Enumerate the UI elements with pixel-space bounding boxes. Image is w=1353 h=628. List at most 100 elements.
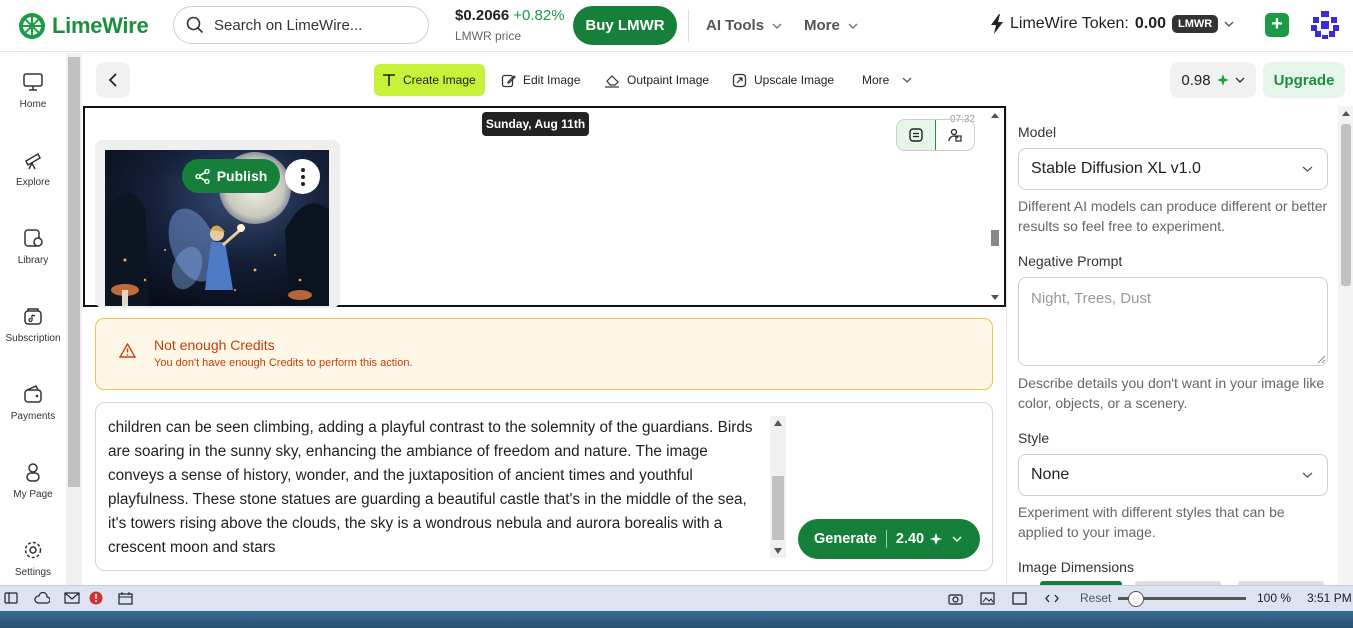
chevron-down-icon <box>848 23 858 29</box>
more-label: More <box>804 17 840 34</box>
lime-logo-icon <box>19 13 45 39</box>
image-dimensions-label: Image Dimensions <box>1018 559 1134 575</box>
sidebar-item-payments[interactable]: Payments <box>0 383 66 422</box>
sidebar-item-label: Subscription <box>5 333 61 344</box>
generate-cost: 2.40 <box>895 531 925 547</box>
generate-label: Generate <box>814 531 877 547</box>
ai-tools-label: AI Tools <box>706 17 765 34</box>
scroll-down-arrow-icon[interactable] <box>773 547 783 555</box>
credits-alert <box>95 318 993 390</box>
sidebar-toggle-icon[interactable] <box>4 592 18 604</box>
view-toggle[interactable] <box>896 119 975 151</box>
more-vertical-icon <box>300 167 305 186</box>
image-view-button[interactable] <box>936 120 975 150</box>
alert-title: Not enough Credits <box>154 337 275 353</box>
telescope-icon <box>25 152 41 170</box>
style-help: Experiment with different styles that ca… <box>1018 504 1285 540</box>
tab-label: Edit Image <box>523 73 581 87</box>
upgrade-button[interactable]: Upgrade <box>1263 62 1345 98</box>
limewire-logo[interactable]: LimeWire <box>18 12 149 40</box>
sidebar-item-explore[interactable]: Explore <box>0 149 66 188</box>
model-help: Different AI models can produce differen… <box>1018 198 1328 234</box>
sidebar-item-library[interactable]: Library <box>0 227 66 266</box>
os-taskbar <box>0 611 1353 628</box>
style-select[interactable]: None <box>1018 454 1328 496</box>
tab-upscale-image[interactable]: Upscale Image <box>724 64 842 96</box>
image-options-button[interactable] <box>285 159 320 194</box>
credits-value: 0.98 <box>1181 71 1211 89</box>
publish-button[interactable]: Publish <box>182 159 280 193</box>
reset-zoom-link[interactable]: Reset <box>1080 591 1111 605</box>
code-icon[interactable] <box>1045 593 1059 604</box>
sidebar-scrollbar-thumb[interactable] <box>68 57 80 487</box>
chevron-down-icon <box>1224 21 1234 27</box>
publish-label: Publish <box>216 168 268 184</box>
tab-outpaint-image[interactable]: Outpaint Image <box>596 64 717 96</box>
zoom-slider-handle[interactable] <box>1127 591 1144 607</box>
sidebar-item-my-page[interactable]: My Page <box>0 461 66 500</box>
left-sidebar: Home Explore Library Subscription Paymen… <box>0 53 66 585</box>
wallet-icon <box>24 385 42 403</box>
scroll-up-arrow-icon[interactable] <box>773 419 783 427</box>
calendar-icon[interactable] <box>118 592 133 605</box>
share-icon <box>195 168 210 184</box>
sidebar-item-subscription[interactable]: Subscription <box>0 305 66 344</box>
ai-tools-menu[interactable]: AI Tools <box>706 17 782 34</box>
tab-more[interactable]: More <box>854 64 920 96</box>
back-button[interactable] <box>96 62 130 98</box>
tab-label: Outpaint Image <box>627 73 710 87</box>
generate-button[interactable]: Generate 2.40 <box>798 519 980 559</box>
prompt-textarea[interactable]: children can be seen climbing, adding a … <box>108 416 768 560</box>
chevron-down-icon <box>1235 77 1245 83</box>
user-icon <box>26 463 40 482</box>
outpaint-icon <box>605 74 619 88</box>
style-label: Style <box>1018 430 1050 446</box>
chevron-down-icon <box>1302 472 1313 478</box>
search-input[interactable] <box>214 16 394 34</box>
resize-handle-icon[interactable] <box>1317 355 1326 364</box>
sidebar-item-label: Explore <box>16 177 50 188</box>
image-person-icon <box>948 128 962 142</box>
tab-create-image[interactable]: Create Image <box>374 64 485 96</box>
credits-dropdown[interactable]: 0.98 <box>1170 62 1256 98</box>
sidebar-item-label: Settings <box>14 567 52 578</box>
scroll-up-arrow-icon[interactable] <box>1342 110 1350 116</box>
chevron-down-icon <box>1302 166 1313 172</box>
tab-label: More <box>862 73 890 87</box>
chevron-down-icon <box>902 77 912 83</box>
sidebar-item-label: Payments <box>10 411 56 422</box>
more-menu[interactable]: More <box>804 17 858 34</box>
settings-scrollbar-thumb[interactable] <box>1341 124 1351 286</box>
model-value: Stable Diffusion XL v1.0 <box>1031 160 1201 177</box>
date-tooltip: Sunday, Aug 11th <box>482 112 589 136</box>
edit-icon <box>501 74 516 87</box>
tab-edit-image[interactable]: Edit Image <box>493 64 588 96</box>
price-value: $0.2066 <box>455 7 510 24</box>
negative-prompt-input[interactable]: Night, Trees, Dust <box>1018 277 1328 366</box>
alert-message: You don't have enough Credits to perform… <box>154 357 413 369</box>
buy-lmwr-button[interactable]: Buy LMWR <box>573 6 677 45</box>
cloud-icon[interactable] <box>34 592 50 604</box>
model-label: Model <box>1018 124 1057 140</box>
sidebar-item-home[interactable]: Home <box>0 71 66 110</box>
create-plus-button[interactable]: + <box>1265 13 1289 37</box>
user-avatar[interactable] <box>1309 9 1341 41</box>
window-icon[interactable] <box>1012 592 1027 605</box>
sidebar-item-label: Library <box>17 255 49 266</box>
image-icon[interactable] <box>980 592 995 605</box>
gallery-scrollbar[interactable] <box>988 110 1002 303</box>
chevron-down-icon <box>772 23 782 29</box>
upscale-icon <box>732 73 747 87</box>
search-bar[interactable] <box>173 6 429 44</box>
mail-icon[interactable] <box>64 592 80 604</box>
sidebar-item-settings[interactable]: Settings <box>0 539 66 578</box>
warning-icon <box>119 343 136 358</box>
model-select[interactable]: Stable Diffusion XL v1.0 <box>1018 148 1328 190</box>
camera-icon[interactable] <box>948 592 963 605</box>
subscription-icon <box>24 308 42 325</box>
price-change: +0.82% <box>513 7 565 24</box>
token-balance[interactable]: LimeWire Token: 0.00 LMWR <box>990 14 1234 34</box>
prompt-scrollbar-thumb[interactable] <box>772 476 784 540</box>
alert-badge-icon[interactable] <box>89 591 103 605</box>
list-view-button[interactable] <box>897 120 936 150</box>
